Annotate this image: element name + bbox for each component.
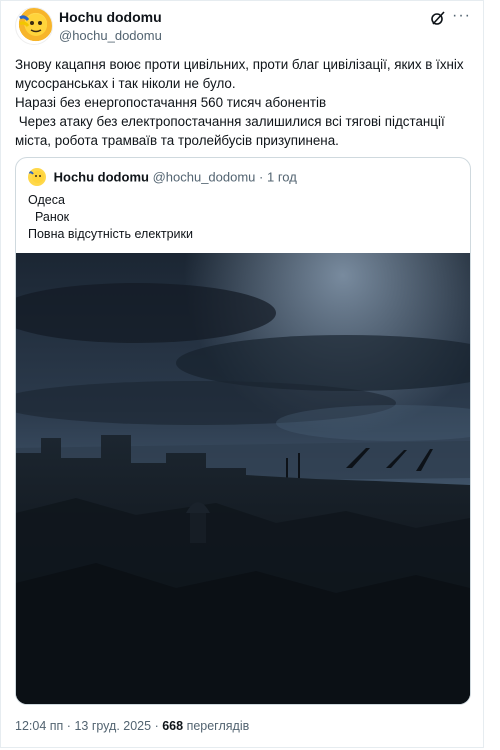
quoted-separator: · (259, 169, 264, 185)
post-text: Знову кацапня воює проти цивільних, прот… (15, 55, 471, 150)
quoted-time[interactable]: 1 год (267, 170, 297, 185)
avatar[interactable] (15, 7, 53, 45)
quoted-post[interactable]: Hochu dodomu @hochu_dodomu · 1 год Одеса… (15, 157, 471, 705)
quoted-text: Одеса Ранок Повна відсутність електрики (28, 192, 193, 243)
post-text-line: Знову кацапня воює проти цивільних, прот… (15, 57, 464, 72)
quoted-post-header: Hochu dodomu @hochu_dodomu · 1 год (28, 168, 297, 188)
author-name[interactable]: Hochu dodomu (59, 9, 162, 25)
quoted-author-name[interactable]: Hochu dodomu (54, 170, 149, 185)
quoted-text-line: Ранок (28, 210, 70, 224)
views-count: 668 (162, 719, 184, 733)
views-label: переглядів (186, 719, 250, 733)
footer-separator: · (66, 719, 71, 733)
quoted-avatar[interactable] (28, 168, 46, 186)
post-time[interactable]: 12:04 пп (15, 719, 63, 733)
author-handle[interactable]: @hochu_dodomu (59, 28, 162, 43)
post-text-line: міста, робота трамваїв та тролейбусів пр… (15, 133, 339, 148)
quoted-author-handle[interactable]: @hochu_dodomu (153, 170, 256, 185)
quoted-photo[interactable] (16, 253, 470, 704)
footer-separator: · (154, 719, 159, 733)
post-date[interactable]: 13 груд. 2025 (74, 719, 151, 733)
quoted-text-line: Повна відсутність електрики (28, 227, 193, 241)
post-text-line: Наразі без енергопостачання 560 тисяч аб… (15, 95, 327, 110)
post-text-line: мусосранськах і так ніколи не було. (15, 76, 236, 91)
post-footer: 12:04 пп · 13 груд. 2025 · 668 перегляді… (15, 719, 249, 733)
post-text-line: Через атаку без електропостачання залиши… (15, 114, 445, 129)
quoted-text-line: Одеса (28, 193, 65, 207)
post-card: Hochu dodomu @hochu_dodomu ··· Знову кац… (0, 0, 484, 748)
more-options-icon[interactable]: ··· (452, 7, 471, 25)
post-header: Hochu dodomu @hochu_dodomu ··· (15, 7, 475, 45)
grok-icon[interactable] (429, 9, 447, 27)
